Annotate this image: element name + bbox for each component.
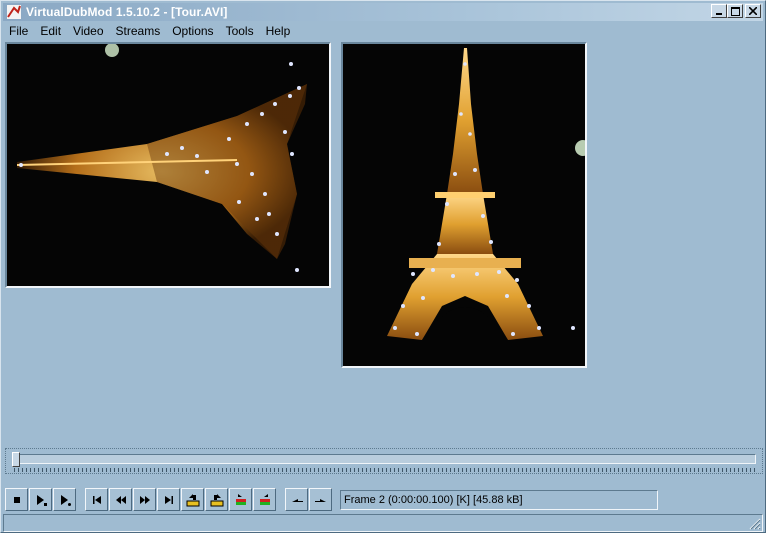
minimize-button[interactable]: [711, 4, 727, 18]
timeline-thumb[interactable]: [12, 452, 20, 467]
close-button[interactable]: [745, 4, 761, 18]
mark-out-icon: [314, 498, 326, 502]
input-video-pane[interactable]: [5, 42, 331, 288]
mark-in-button[interactable]: [285, 488, 308, 511]
mark-in-icon: [291, 498, 303, 502]
status-bar: [3, 514, 763, 532]
resize-grip-icon[interactable]: [749, 518, 761, 530]
input-frame-image: [7, 44, 329, 286]
timeline-track[interactable]: [14, 454, 756, 464]
maximize-button[interactable]: [727, 4, 743, 18]
menu-bar: File Edit Video Streams Options Tools He…: [3, 21, 296, 41]
menu-options[interactable]: Options: [166, 21, 219, 41]
play-output-icon: [60, 494, 71, 506]
menu-video[interactable]: Video: [67, 21, 109, 41]
prev-scene-icon: [235, 493, 246, 505]
output-frame-image: [343, 44, 585, 366]
timeline-slider[interactable]: [5, 448, 763, 474]
step-back-button[interactable]: [109, 488, 132, 511]
frame-info-display: Frame 2 (0:00:00.100) [K] [45.88 kB]: [340, 489, 658, 510]
window-title: VirtualDubMod 1.5.10.2 - [Tour.AVI]: [26, 5, 228, 19]
menu-tools[interactable]: Tools: [220, 21, 260, 41]
menu-streams[interactable]: Streams: [110, 21, 167, 41]
go-end-button[interactable]: [157, 488, 180, 511]
go-start-button[interactable]: [85, 488, 108, 511]
play-input-icon: [36, 494, 47, 506]
timeline-ticks: [14, 468, 756, 472]
next-keyframe-icon: [210, 493, 223, 506]
step-back-icon: [115, 495, 126, 504]
go-end-icon: [164, 495, 173, 504]
mark-out-button[interactable]: [309, 488, 332, 511]
step-forward-button[interactable]: [133, 488, 156, 511]
menu-help[interactable]: Help: [260, 21, 297, 41]
play-input-button[interactable]: [29, 488, 52, 511]
stop-button[interactable]: [5, 488, 28, 511]
title-bar[interactable]: VirtualDubMod 1.5.10.2 - [Tour.AVI]: [3, 3, 763, 21]
stop-icon: [13, 496, 20, 503]
play-output-button[interactable]: [53, 488, 76, 511]
next-scene-icon: [259, 493, 270, 505]
next-keyframe-button[interactable]: [205, 488, 228, 511]
go-start-icon: [92, 495, 101, 504]
virtualdub-app-icon[interactable]: [6, 4, 22, 20]
prev-scene-button[interactable]: [229, 488, 252, 511]
prev-keyframe-button[interactable]: [181, 488, 204, 511]
app-window: VirtualDubMod 1.5.10.2 - [Tour.AVI] File…: [0, 0, 766, 533]
menu-edit[interactable]: Edit: [34, 21, 67, 41]
playback-toolbar: Frame 2 (0:00:00.100) [K] [45.88 kB]: [5, 487, 658, 512]
menu-file[interactable]: File: [3, 21, 34, 41]
prev-keyframe-icon: [186, 493, 199, 506]
output-video-pane[interactable]: [341, 42, 587, 368]
next-scene-button[interactable]: [253, 488, 276, 511]
step-forward-icon: [139, 495, 150, 504]
